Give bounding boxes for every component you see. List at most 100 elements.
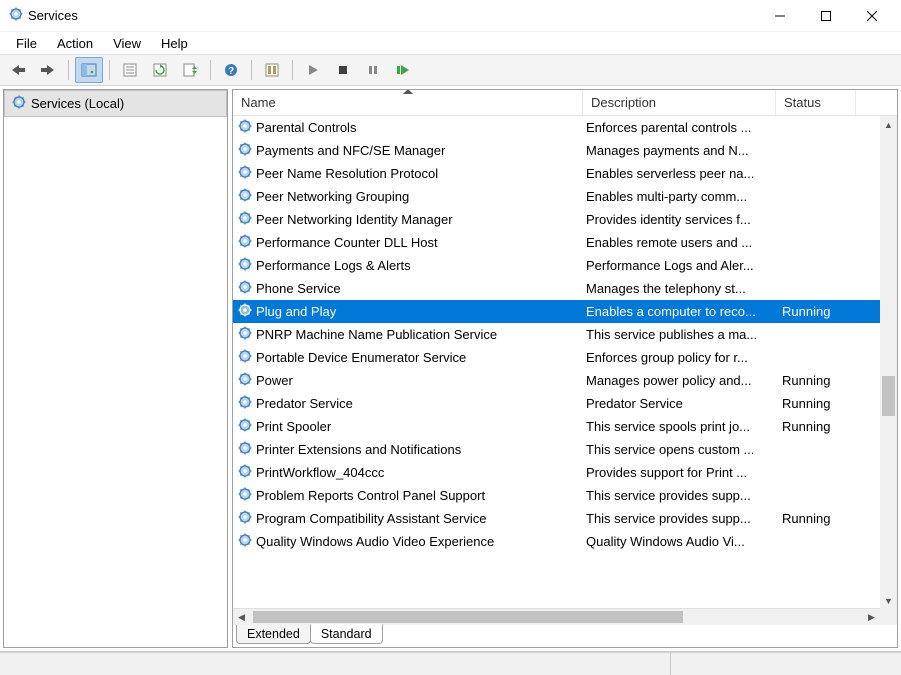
- service-row[interactable]: Performance Logs & Alerts Performance Lo…: [233, 254, 880, 277]
- gear-icon: [237, 394, 253, 413]
- service-description-cell: Predator Service: [583, 396, 776, 411]
- service-description-cell: Provides identity services f...: [583, 212, 776, 227]
- gear-icon: [237, 532, 253, 551]
- service-description-cell: This service spools print jo...: [583, 419, 776, 434]
- service-row[interactable]: Performance Counter DLL Host Enables rem…: [233, 231, 880, 254]
- service-name-cell: Payments and NFC/SE Manager: [233, 141, 583, 160]
- pause-service-button[interactable]: [359, 57, 387, 83]
- list-wrap: Name Description Status Parental Control…: [233, 90, 897, 625]
- service-status-cell: Running: [776, 304, 856, 319]
- service-row[interactable]: Print Spooler This service spools print …: [233, 415, 880, 438]
- service-row[interactable]: Portable Device Enumerator Service Enfor…: [233, 346, 880, 369]
- service-description-cell: Quality Windows Audio Vi...: [583, 534, 776, 549]
- toolbar-extra-button[interactable]: [258, 57, 286, 83]
- app-icon: [8, 6, 24, 25]
- column-header-description[interactable]: Description: [583, 90, 776, 115]
- service-status-cell: Running: [776, 511, 856, 526]
- tree-pane[interactable]: Services (Local): [3, 89, 228, 648]
- service-row[interactable]: Program Compatibility Assistant Service …: [233, 507, 880, 530]
- service-row[interactable]: Predator Service Predator Service Runnin…: [233, 392, 880, 415]
- service-status-cell: Running: [776, 396, 856, 411]
- menu-file[interactable]: File: [6, 34, 47, 53]
- status-separator: [670, 653, 671, 675]
- menu-help[interactable]: Help: [151, 34, 198, 53]
- service-status-cell: Running: [776, 419, 856, 434]
- stop-service-button[interactable]: [329, 57, 357, 83]
- service-name-text: Performance Logs & Alerts: [256, 258, 411, 273]
- scroll-thumb-horizontal[interactable]: [253, 611, 683, 623]
- service-row[interactable]: Parental Controls Enforces parental cont…: [233, 116, 880, 139]
- tab-extended[interactable]: Extended: [236, 625, 311, 644]
- back-button[interactable]: [4, 57, 32, 83]
- export-list-button[interactable]: [176, 57, 204, 83]
- gear-icon: [237, 187, 253, 206]
- scroll-right-icon[interactable]: ▶: [863, 609, 880, 625]
- service-row[interactable]: Phone Service Manages the telephony st..…: [233, 277, 880, 300]
- service-row[interactable]: Printer Extensions and Notifications Thi…: [233, 438, 880, 461]
- service-name-cell: Plug and Play: [233, 302, 583, 321]
- close-button[interactable]: [849, 0, 895, 32]
- scroll-up-icon[interactable]: ▲: [880, 116, 897, 133]
- minimize-button[interactable]: [757, 0, 803, 32]
- service-row[interactable]: Peer Networking Grouping Enables multi-p…: [233, 185, 880, 208]
- toolbar: ?: [0, 54, 901, 86]
- client-area: Services (Local) Name Description Status…: [0, 86, 901, 652]
- horizontal-scrollbar[interactable]: ◀ ▶: [233, 608, 880, 625]
- gear-icon: [237, 440, 253, 459]
- service-row[interactable]: PrintWorkflow_404ccc Provides support fo…: [233, 461, 880, 484]
- column-header-status[interactable]: Status: [776, 90, 856, 115]
- service-name-text: Predator Service: [256, 396, 353, 411]
- scroll-corner: [880, 608, 897, 625]
- toolbar-separator: [68, 60, 69, 80]
- tab-standard[interactable]: Standard: [310, 624, 383, 644]
- vertical-scrollbar[interactable]: ▲ ▼: [880, 116, 897, 609]
- gear-icon: [237, 302, 253, 321]
- forward-button[interactable]: [34, 57, 62, 83]
- service-status-cell: Running: [776, 373, 856, 388]
- service-name-cell: Portable Device Enumerator Service: [233, 348, 583, 367]
- start-service-button[interactable]: [299, 57, 327, 83]
- menu-action[interactable]: Action: [47, 34, 103, 53]
- scroll-thumb[interactable]: [882, 376, 895, 416]
- refresh-button[interactable]: [146, 57, 174, 83]
- service-description-cell: Performance Logs and Aler...: [583, 258, 776, 273]
- titlebar: Services: [0, 0, 901, 32]
- properties-button[interactable]: [116, 57, 144, 83]
- service-row[interactable]: Payments and NFC/SE Manager Manages paym…: [233, 139, 880, 162]
- service-description-cell: Provides support for Print ...: [583, 465, 776, 480]
- service-name-cell: Print Spooler: [233, 417, 583, 436]
- service-name-text: Portable Device Enumerator Service: [256, 350, 466, 365]
- tree-root-item[interactable]: Services (Local): [4, 90, 227, 117]
- service-description-cell: Manages payments and N...: [583, 143, 776, 158]
- toolbar-separator: [210, 60, 211, 80]
- gear-icon: [237, 486, 253, 505]
- service-row[interactable]: Peer Networking Identity Manager Provide…: [233, 208, 880, 231]
- list-rows[interactable]: Parental Controls Enforces parental cont…: [233, 116, 880, 608]
- service-row[interactable]: Plug and Play Enables a computer to reco…: [233, 300, 880, 323]
- service-name-text: Peer Name Resolution Protocol: [256, 166, 438, 181]
- list-header: Name Description Status: [233, 90, 897, 116]
- show-hide-tree-button[interactable]: [75, 57, 103, 83]
- maximize-button[interactable]: [803, 0, 849, 32]
- service-row[interactable]: PNRP Machine Name Publication Service Th…: [233, 323, 880, 346]
- service-description-cell: Manages power policy and...: [583, 373, 776, 388]
- service-name-text: Payments and NFC/SE Manager: [256, 143, 445, 158]
- service-name-text: Print Spooler: [256, 419, 331, 434]
- service-name-cell: Performance Logs & Alerts: [233, 256, 583, 275]
- service-name-cell: Program Compatibility Assistant Service: [233, 509, 583, 528]
- service-row[interactable]: Quality Windows Audio Video Experience Q…: [233, 530, 880, 553]
- service-description-cell: This service publishes a ma...: [583, 327, 776, 342]
- restart-service-button[interactable]: [389, 57, 417, 83]
- service-row[interactable]: Problem Reports Control Panel Support Th…: [233, 484, 880, 507]
- service-name-text: Performance Counter DLL Host: [256, 235, 438, 250]
- help-button[interactable]: ?: [217, 57, 245, 83]
- scroll-left-icon[interactable]: ◀: [233, 609, 250, 625]
- service-name-cell: Printer Extensions and Notifications: [233, 440, 583, 459]
- service-name-cell: Power: [233, 371, 583, 390]
- scroll-down-icon[interactable]: ▼: [880, 592, 897, 609]
- service-name-cell: Peer Networking Identity Manager: [233, 210, 583, 229]
- menu-view[interactable]: View: [103, 34, 151, 53]
- service-row[interactable]: Power Manages power policy and... Runnin…: [233, 369, 880, 392]
- service-name-text: Peer Networking Identity Manager: [256, 212, 453, 227]
- service-row[interactable]: Peer Name Resolution Protocol Enables se…: [233, 162, 880, 185]
